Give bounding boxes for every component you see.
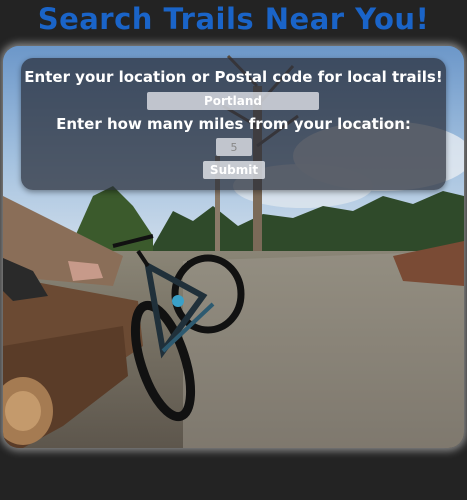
submit-button[interactable]: Submit — [203, 161, 265, 179]
page-title: Search Trails Near You! — [37, 2, 430, 36]
location-label: Enter your location or Postal code for l… — [24, 68, 443, 86]
miles-input[interactable] — [216, 138, 252, 156]
search-form-panel: Enter your location or Postal code for l… — [21, 58, 446, 190]
miles-label: Enter how many miles from your location: — [56, 115, 411, 133]
location-input[interactable] — [147, 92, 319, 110]
hero-image-card: Enter your location or Postal code for l… — [3, 46, 464, 448]
